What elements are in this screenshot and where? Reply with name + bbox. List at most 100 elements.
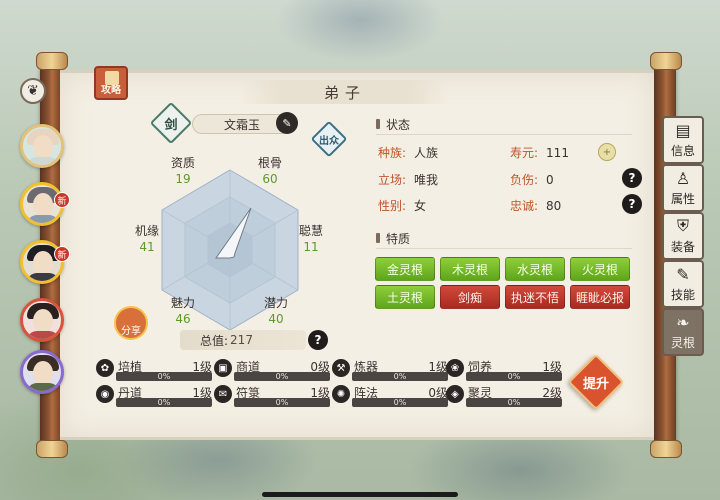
class-badge-label: 剑 [164, 117, 178, 133]
spirit-icon: ◈ [446, 385, 464, 403]
skill-cultivation[interactable]: ✿ 培植 1级 0% [96, 358, 212, 382]
race-field: 种族: 人族 [378, 144, 438, 161]
lifespan-add-icon[interactable]: + [598, 143, 616, 161]
stat-bone: 根骨 60 [245, 154, 295, 186]
tab-spirit-root[interactable]: ❧ 灵根 [662, 308, 704, 356]
skill-breeding[interactable]: ❀ 饲养 1级 0% [446, 358, 562, 382]
disciple-avatar-1[interactable] [20, 124, 64, 168]
tab-attributes[interactable]: ♙ 属性 [662, 164, 704, 212]
avatar-face [33, 309, 53, 333]
skill-progress-bar: 0% [234, 372, 330, 381]
skill-spirit-gathering[interactable]: ◈ 聚灵 2级 0% [446, 384, 562, 408]
trait-fire-root[interactable]: 火灵根 [570, 257, 630, 281]
skill-commerce[interactable]: ▣ 商道 0级 0% [214, 358, 330, 382]
status-section-title: 状态 [376, 116, 410, 133]
tab-label: 属性 [670, 192, 695, 206]
avatar-face [33, 361, 53, 385]
share-label: 分享 [121, 326, 141, 337]
tab-label: 技能 [670, 288, 695, 302]
pill-icon: ◉ [96, 385, 114, 403]
gender-value: 女 [414, 199, 427, 213]
home-indicator[interactable] [262, 492, 458, 497]
stat-potential: 潜力 40 [251, 294, 301, 326]
scroll-icon: ✎ [676, 265, 690, 284]
skill-percent: 0% [507, 372, 521, 381]
skill-percent: 0% [393, 398, 407, 407]
avatar-face [33, 251, 53, 275]
avatar-face [33, 193, 53, 217]
injury-label: 负伤: [510, 173, 539, 187]
skill-talisman[interactable]: ✉ 符箓 1级 0% [214, 384, 330, 408]
stat-label: 机缘 [134, 224, 159, 238]
tab-label: 信息 [670, 144, 695, 158]
formation-icon: ✺ [332, 385, 350, 403]
trait-earth-root[interactable]: 土灵根 [375, 285, 435, 309]
stat-charm: 魅力 46 [158, 294, 208, 326]
stat-label: 聪慧 [298, 224, 323, 238]
new-badge: 新 [54, 246, 70, 262]
tab-equipment[interactable]: ⛨ 装备 [662, 212, 704, 260]
stat-luck: 机缘 41 [122, 222, 172, 254]
total-label: 总值: [200, 333, 229, 348]
root-icon: ❧ [676, 313, 690, 332]
new-badge: 新 [54, 192, 70, 208]
skill-alchemy[interactable]: ◉ 丹道 1级 0% [96, 384, 212, 408]
disciple-avatar-5[interactable] [20, 350, 64, 394]
trait-stubborn[interactable]: 执迷不悟 [505, 285, 565, 309]
stat-label: 根骨 [257, 156, 282, 170]
stat-value: 19 [175, 172, 191, 186]
divider [376, 134, 632, 135]
skill-percent: 0% [393, 372, 407, 381]
stat-label: 资质 [170, 156, 195, 170]
injury-value: 0 [546, 173, 554, 187]
gender-field: 性别: 女 [378, 197, 426, 214]
trait-gold-root[interactable]: 金灵根 [375, 257, 435, 281]
tab-info[interactable]: ▤ 信息 [662, 116, 704, 164]
stat-value: 46 [175, 312, 191, 326]
stat-label: 潜力 [263, 296, 288, 310]
stat-value: 11 [303, 240, 319, 254]
leaf-icon[interactable]: ❦ [20, 78, 46, 104]
rename-icon[interactable]: ✎ [276, 112, 298, 134]
armor-icon: ⛨ [676, 216, 689, 235]
outstanding-label: 出众 [319, 135, 339, 147]
forge-icon: ⚒ [332, 359, 350, 377]
page-title: 弟子 [240, 80, 450, 104]
disciple-avatar-4[interactable] [20, 298, 64, 342]
stance-value: 唯我 [414, 173, 439, 187]
tab-skills[interactable]: ✎ 技能 [662, 260, 704, 308]
total-help-icon[interactable]: ? [308, 330, 328, 350]
loyalty-field: 忠诚: 80 [510, 197, 561, 214]
talisman-icon: ✉ [214, 385, 232, 403]
upgrade-label: 提升 [582, 376, 609, 392]
race-label: 种族: [378, 146, 407, 160]
lifespan-label: 寿元: [510, 146, 539, 160]
stat-value: 60 [262, 172, 278, 186]
skill-percent: 0% [157, 398, 171, 407]
skill-percent: 0% [275, 398, 289, 407]
skill-progress-bar: 0% [352, 398, 448, 407]
trait-vengeful[interactable]: 睚眦必报 [570, 285, 630, 309]
ledger-icon: ▣ [214, 359, 232, 377]
trait-sword-obsession[interactable]: 剑痴 [440, 285, 500, 309]
book-icon: ▤ [675, 121, 691, 140]
stat-label: 魅力 [170, 296, 195, 310]
loyalty-help-icon[interactable]: ? [622, 194, 642, 214]
tab-label: 灵根 [670, 336, 695, 350]
skill-percent: 0% [507, 398, 521, 407]
injury-field: 负伤: 0 [510, 171, 554, 188]
gender-label: 性别: [378, 199, 407, 213]
traits-section-title: 特质 [376, 230, 410, 247]
skill-progress-bar: 0% [116, 372, 212, 381]
guide-button[interactable]: 攻略 [94, 66, 128, 100]
stat-qualification: 资质 19 [158, 154, 208, 186]
skill-forging[interactable]: ⚒ 炼器 1级 0% [332, 358, 448, 382]
injury-help-icon[interactable]: ? [622, 168, 642, 188]
loyalty-label: 忠诚: [510, 199, 539, 213]
share-button[interactable]: 分享 [114, 306, 148, 340]
trait-water-root[interactable]: 水灵根 [505, 257, 565, 281]
trait-wood-root[interactable]: 木灵根 [440, 257, 500, 281]
lifespan-field: 寿元: 111 [510, 144, 569, 161]
skill-formation[interactable]: ✺ 阵法 0级 0% [332, 384, 448, 408]
skill-progress-bar: 0% [234, 398, 330, 407]
